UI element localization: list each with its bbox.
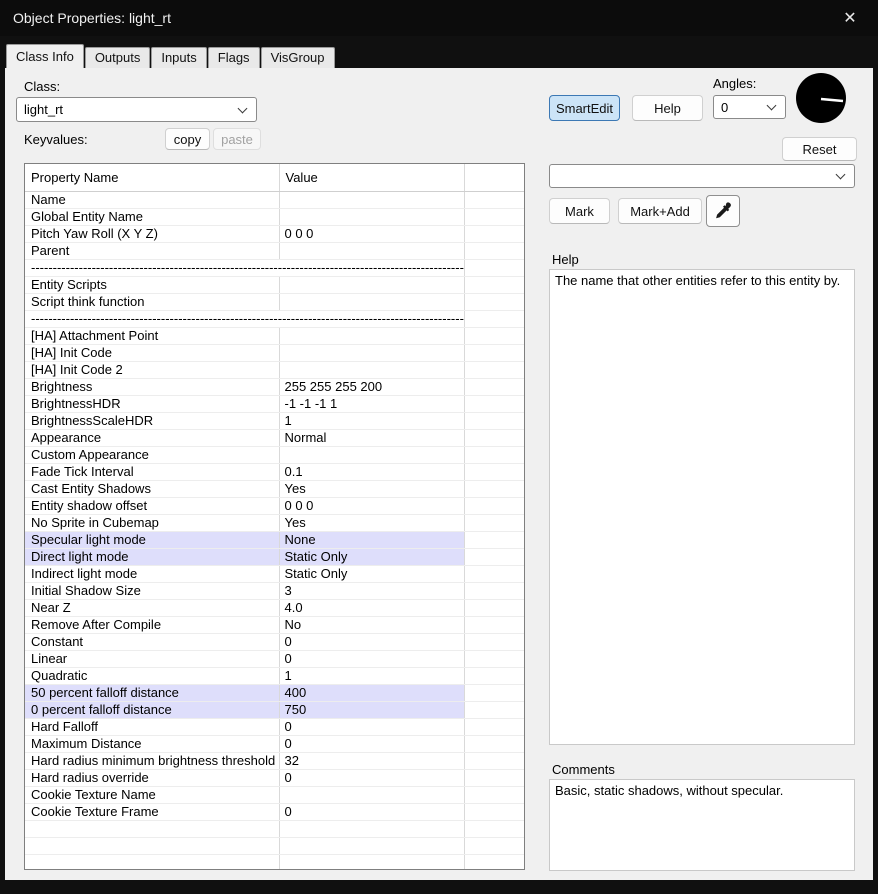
smartedit-button[interactable]: SmartEdit bbox=[549, 95, 620, 121]
class-dropdown[interactable]: light_rt bbox=[16, 97, 257, 122]
paste-button[interactable]: paste bbox=[213, 128, 261, 150]
table-row[interactable]: Linear 0 bbox=[25, 650, 524, 668]
window-title: Object Properties: light_rt bbox=[13, 10, 171, 26]
class-dropdown-value: light_rt bbox=[24, 102, 64, 117]
close-icon[interactable]: ✕ bbox=[828, 0, 872, 36]
angle-dial[interactable] bbox=[795, 72, 847, 124]
separator-row[interactable]: ----------------------------------------… bbox=[25, 259, 524, 277]
table-row[interactable]: 50 percent falloff distance 400 bbox=[25, 684, 524, 702]
table-row[interactable]: Near Z 4.0 bbox=[25, 599, 524, 617]
table-row[interactable]: Cookie Texture Frame 0 bbox=[25, 803, 524, 821]
column-header-value: Value bbox=[279, 164, 465, 192]
class-label: Class: bbox=[24, 79, 61, 94]
comments-text: Basic, static shadows, without specular. bbox=[555, 783, 784, 798]
table-row[interactable]: Initial Shadow Size 3 bbox=[25, 582, 524, 600]
table-row[interactable]: Name bbox=[25, 191, 524, 209]
angles-dropdown[interactable]: 0 bbox=[713, 95, 786, 119]
table-row[interactable]: Brightness 255 255 255 200 bbox=[25, 378, 524, 396]
table-row[interactable]: 0 percent falloff distance 750 bbox=[25, 701, 524, 719]
table-header-row: Property Name Value bbox=[25, 164, 524, 192]
chevron-down-icon bbox=[835, 169, 846, 180]
mark-button[interactable]: Mark bbox=[549, 198, 610, 224]
table-row[interactable]: Quadratic 1 bbox=[25, 667, 524, 685]
value-dropdown[interactable] bbox=[549, 164, 855, 188]
table-row[interactable]: Global Entity Name bbox=[25, 208, 524, 226]
table-row[interactable]: Cast Entity Shadows Yes bbox=[25, 480, 524, 498]
angles-label: Angles: bbox=[713, 76, 757, 91]
eyedropper-button[interactable] bbox=[706, 195, 740, 227]
table-row[interactable]: Constant 0 bbox=[25, 633, 524, 651]
table-row[interactable]: No Sprite in Cubemap Yes bbox=[25, 514, 524, 532]
column-header-extra bbox=[464, 164, 524, 192]
tab-flags[interactable]: Flags bbox=[207, 47, 260, 68]
titlebar: Object Properties: light_rt ✕ bbox=[0, 0, 878, 36]
help-text-box: The name that other entities refer to th… bbox=[549, 269, 855, 745]
table-row[interactable]: Cookie Texture Name bbox=[25, 786, 524, 804]
table-row[interactable]: Fade Tick Interval 0.1 bbox=[25, 463, 524, 481]
reset-button[interactable]: Reset bbox=[782, 137, 857, 161]
table-row[interactable]: Specular light mode None bbox=[25, 531, 524, 549]
table-row[interactable]: Hard radius minimum brightness threshold… bbox=[25, 752, 524, 770]
table-row[interactable]: Pitch Yaw Roll (X Y Z) 0 0 0 bbox=[25, 225, 524, 243]
table-row[interactable]: BrightnessScaleHDR 1 bbox=[25, 412, 524, 430]
tab-outputs[interactable]: Outputs bbox=[84, 47, 151, 68]
tab-visgroup[interactable]: VisGroup bbox=[260, 47, 335, 68]
help-button[interactable]: Help bbox=[632, 95, 703, 121]
keyvalues-label: Keyvalues: bbox=[24, 132, 88, 147]
property-table-body: Name Global Entity Name Pitch Yaw Roll (X … bbox=[25, 191, 524, 869]
help-text: The name that other entities refer to th… bbox=[555, 273, 841, 288]
tab-bar: Class Info Outputs Inputs Flags VisGroup bbox=[6, 44, 336, 68]
table-row[interactable]: Hard Falloff 0 bbox=[25, 718, 524, 736]
table-row[interactable]: Script think function bbox=[25, 293, 524, 311]
copy-button[interactable]: copy bbox=[165, 128, 210, 150]
tab-inputs[interactable]: Inputs bbox=[151, 47, 207, 68]
chevron-down-icon bbox=[237, 103, 248, 113]
table-row[interactable] bbox=[25, 837, 524, 855]
table-row[interactable]: Appearance Normal bbox=[25, 429, 524, 447]
comments-label: Comments bbox=[552, 762, 615, 777]
column-header-property-name: Property Name bbox=[25, 164, 280, 192]
table-row[interactable]: Entity shadow offset 0 0 0 bbox=[25, 497, 524, 515]
table-row[interactable]: Maximum Distance 0 bbox=[25, 735, 524, 753]
help-panel-label: Help bbox=[552, 252, 579, 267]
table-row[interactable]: Parent bbox=[25, 242, 524, 260]
table-row[interactable]: Direct light mode Static Only bbox=[25, 548, 524, 566]
mark-add-button[interactable]: Mark+Add bbox=[618, 198, 702, 224]
table-row[interactable]: Indirect light mode Static Only bbox=[25, 565, 524, 583]
angles-dropdown-value: 0 bbox=[721, 99, 729, 115]
chevron-down-icon bbox=[766, 100, 777, 111]
table-row[interactable]: Entity Scripts bbox=[25, 276, 524, 294]
table-row[interactable]: Custom Appearance bbox=[25, 446, 524, 464]
table-row[interactable]: [HA] Init Code 2 bbox=[25, 361, 524, 379]
angle-dial-icon bbox=[796, 73, 846, 123]
table-row[interactable]: Hard radius override 0 bbox=[25, 769, 524, 787]
table-row[interactable]: Remove After Compile No bbox=[25, 616, 524, 634]
comments-text-box[interactable]: Basic, static shadows, without specular. bbox=[549, 779, 855, 871]
eyedropper-icon bbox=[716, 202, 731, 219]
separator-row[interactable]: ----------------------------------------… bbox=[25, 310, 524, 328]
table-row[interactable]: [HA] Attachment Point bbox=[25, 327, 524, 345]
tab-class-info[interactable]: Class Info bbox=[6, 44, 84, 68]
class-info-panel: Class: light_rt Keyvalues: copy paste Pr… bbox=[5, 68, 873, 880]
table-row[interactable] bbox=[25, 854, 524, 869]
property-table: Property Name Value Name Global Entity Na… bbox=[24, 163, 525, 870]
table-row[interactable]: [HA] Init Code bbox=[25, 344, 524, 362]
table-row[interactable] bbox=[25, 820, 524, 838]
table-row[interactable]: BrightnessHDR -1 -1 -1 1 bbox=[25, 395, 524, 413]
